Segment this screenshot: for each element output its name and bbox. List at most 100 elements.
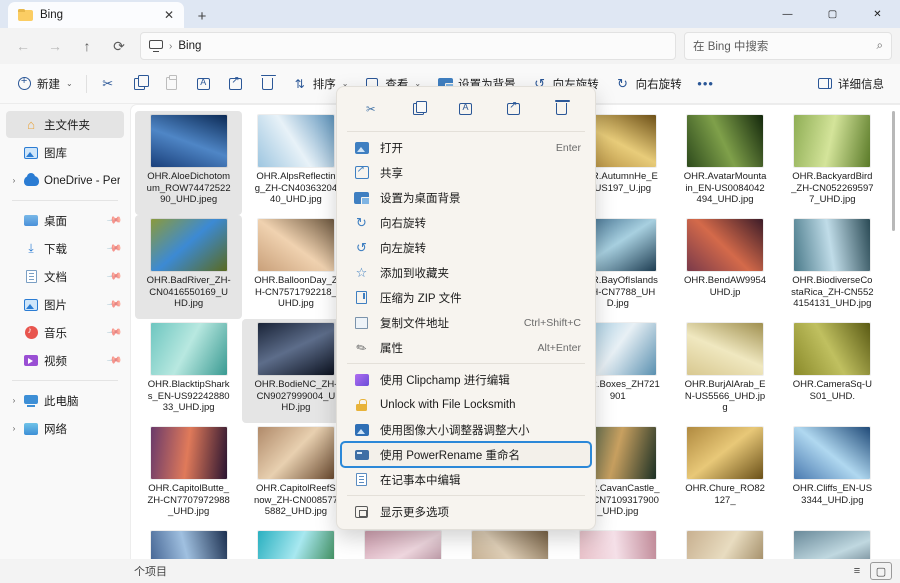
share-icon[interactable]	[499, 96, 529, 122]
file-name: OHR.BadRiver_ZH-CN0416550169_UHD.jpg	[147, 275, 231, 310]
sidebar-item-desktop[interactable]: 桌面 📌	[6, 207, 124, 234]
rotate-right-button[interactable]: ↻ 向右旋转	[607, 70, 690, 98]
zip-icon	[353, 291, 370, 304]
close-button[interactable]: ✕	[855, 0, 900, 28]
context-item-share[interactable]: 共享	[341, 160, 591, 185]
properties-icon: ✎	[351, 337, 373, 358]
file-tile[interactable]: OHR.Etreta60884.jpeg	[135, 527, 242, 559]
list-view-button[interactable]: ≡	[846, 562, 868, 580]
copy-button[interactable]	[124, 70, 156, 98]
sidebar-item-label: 此电脑	[40, 393, 120, 409]
context-item-open[interactable]: 打开 Enter	[341, 135, 591, 160]
rotate-right-icon: ↻	[353, 216, 370, 229]
context-item-add-to-favorites[interactable]: ☆ 添加到收藏夹	[341, 260, 591, 285]
sidebar-item-downloads[interactable]: ⤓ 下载 📌	[6, 235, 124, 262]
file-tile[interactable]: OHR.BiodiverseCostaRica_ZH-CN5524154131_…	[779, 215, 886, 319]
cut-button[interactable]: ✂	[92, 70, 124, 98]
tab-bing[interactable]: Bing ✕	[8, 2, 184, 28]
breadcrumb-current: Bing	[178, 40, 201, 52]
sidebar-item-label: OneDrive - Perso	[40, 175, 120, 187]
context-item-label: 共享	[380, 165, 571, 181]
maximize-button[interactable]: ▢	[810, 0, 855, 28]
file-tile[interactable]: OHR.CormorantBridge_ZH-CN7673299694_UHD.…	[350, 527, 457, 559]
sidebar-item-this-pc[interactable]: › 此电脑	[6, 387, 124, 414]
file-tile[interactable]: OHR.BlacktipSharks_EN-US9224288033_UHD.j…	[135, 319, 242, 423]
file-tile[interactable]	[779, 527, 886, 559]
file-tile[interactable]: OHR.BadRiver_ZH-CN0416550169_UHD.jpg	[135, 215, 242, 319]
file-tile[interactable]: OHR.Cliffs_EN-US3344_UHD.jpg	[779, 423, 886, 527]
address-bar: ← → ↑ ⟳ › Bing 在 Bing 中搜索 ⌕	[0, 28, 900, 64]
forward-button[interactable]: →	[40, 32, 70, 60]
context-item-properties[interactable]: ✎ 属性 Alt+Enter	[341, 335, 591, 360]
file-tile[interactable]: OHR.AvatarMountain_EN-US0084042494_UHD.j…	[671, 111, 778, 215]
file-tile[interactable]: OHR.AlpsReflecting_ZH-CN4036320440_UHD.j…	[242, 111, 349, 215]
context-item-compress-zip[interactable]: 压缩为 ZIP 文件	[341, 285, 591, 310]
file-name: OHR.BodieNC_ZH-CN9027999004_UHD.jpg	[254, 379, 338, 414]
file-tile[interactable]: OHR.BalloonDay_ZH-CN7571792218_UHD.jpg	[242, 215, 349, 319]
context-item-label: 设置为桌面背景	[380, 190, 571, 206]
context-menu[interactable]: ✂ 打开 Enter 共享 设置为桌面背景 ↻ 向右旋转 ↺	[336, 86, 596, 530]
copy-icon[interactable]	[403, 96, 433, 122]
refresh-button[interactable]: ⟳	[104, 32, 134, 60]
overflow-button[interactable]: •••	[690, 70, 722, 98]
up-button[interactable]: ↑	[72, 32, 102, 60]
scrollbar-thumb[interactable]	[892, 111, 895, 231]
rename-button[interactable]	[188, 70, 220, 98]
new-button[interactable]: 新建 ⌄	[8, 70, 81, 98]
context-item-rotate-left[interactable]: ↺ 向左旋转	[341, 235, 591, 260]
share-button[interactable]	[220, 70, 252, 98]
sidebar-item-pictures[interactable]: 图片 📌	[6, 291, 124, 318]
context-item-power-rename[interactable]: 使用 PowerRename 重命名	[341, 442, 591, 467]
search-input[interactable]: 在 Bing 中搜索 ⌕	[684, 32, 892, 60]
context-item-label: 向左旋转	[380, 240, 571, 256]
tile-view-button[interactable]: ▢	[870, 562, 892, 580]
file-locksmith-icon	[353, 399, 370, 411]
sidebar-item-gallery[interactable]: 图库	[6, 139, 124, 166]
cut-icon[interactable]: ✂	[356, 96, 386, 122]
context-item-clipchamp[interactable]: 使用 Clipchamp 进行编辑	[341, 367, 591, 392]
sidebar-item-network[interactable]: › 网络	[6, 415, 124, 442]
sidebar-item-onedrive[interactable]: › OneDrive - Perso	[6, 167, 124, 194]
file-tile[interactable]: OHR.CapitolReefSnow_ZH-CN0085775882_UHD.…	[242, 423, 349, 527]
sidebar-item-documents[interactable]: 文档 📌	[6, 263, 124, 290]
sidebar-item-music[interactable]: 音乐 📌	[6, 319, 124, 346]
file-tile[interactable]: OHR.BodieNC_ZH-CN9027999004_UHD.jpg	[242, 319, 349, 423]
file-tile[interactable]: OHR.Chure_RO82127_	[671, 423, 778, 527]
expander[interactable]: ›	[6, 176, 22, 185]
expander[interactable]: ›	[6, 424, 22, 433]
vertical-scrollbar[interactable]	[890, 111, 898, 555]
back-button[interactable]: ←	[8, 32, 38, 60]
context-item-show-more-options[interactable]: 显示更多选项	[341, 499, 591, 524]
sidebar-item-label: 主文件夹	[40, 117, 120, 133]
delete-button[interactable]	[252, 70, 284, 98]
minimize-button[interactable]: —	[765, 0, 810, 28]
navigation-pane: ⌂ 主文件夹 图库 › OneDrive - Perso 桌面 📌	[0, 104, 130, 559]
context-item-edit-notepad[interactable]: 在记事本中编辑	[341, 467, 591, 492]
show-more-options-icon	[353, 506, 370, 518]
sidebar-item-home[interactable]: ⌂ 主文件夹	[6, 111, 124, 138]
context-item-set-wallpaper[interactable]: 设置为桌面背景	[341, 185, 591, 210]
tab-close-icon[interactable]: ✕	[160, 6, 178, 24]
expander[interactable]: ›	[6, 396, 22, 405]
context-item-copy-path[interactable]: 复制文件地址 Ctrl+Shift+C	[341, 310, 591, 335]
file-tile[interactable]: OHR.BendAW9954UHD.jp	[671, 215, 778, 319]
details-pane-button[interactable]: 详细信息	[809, 70, 892, 98]
file-tile[interactable]: OHR.CapitolButte_ZH-CN7707972988_UHD.jpg	[135, 423, 242, 527]
paste-button[interactable]	[156, 70, 188, 98]
file-tile[interactable]: OHR.CameraSq-US01_UHD.	[779, 319, 886, 423]
file-tile[interactable]: OHR.CoyoteBanff_ROW2615713574_UHD.jpeg	[457, 527, 564, 559]
context-item-rotate-right[interactable]: ↻ 向右旋转	[341, 210, 591, 235]
rename-icon[interactable]	[451, 96, 481, 122]
sidebar-item-videos[interactable]: 视频 📌	[6, 347, 124, 374]
file-tile[interactable]	[671, 527, 778, 559]
file-tile[interactable]: OHR.CorfuBeach_ZH-CN8660068587_UHD.jpeg	[242, 527, 349, 559]
context-item-file-locksmith[interactable]: Unlock with File Locksmith	[341, 392, 591, 417]
file-tile[interactable]: OHR.BackyardBird_ZH-CN0522695977_UHD.jpg	[779, 111, 886, 215]
file-tile[interactable]: OHR.AloeDichotomum_ROW7447252290_UHD.jpe…	[135, 111, 242, 215]
new-tab-button[interactable]: +	[188, 4, 216, 28]
file-tile[interactable]	[564, 527, 671, 559]
breadcrumb[interactable]: › Bing	[140, 32, 676, 60]
file-tile[interactable]: OHR.BurjAlArab_EN-US5566_UHD.jpg	[671, 319, 778, 423]
delete-icon[interactable]	[546, 96, 576, 122]
context-item-image-resizer[interactable]: 使用图像大小调整器调整大小	[341, 417, 591, 442]
